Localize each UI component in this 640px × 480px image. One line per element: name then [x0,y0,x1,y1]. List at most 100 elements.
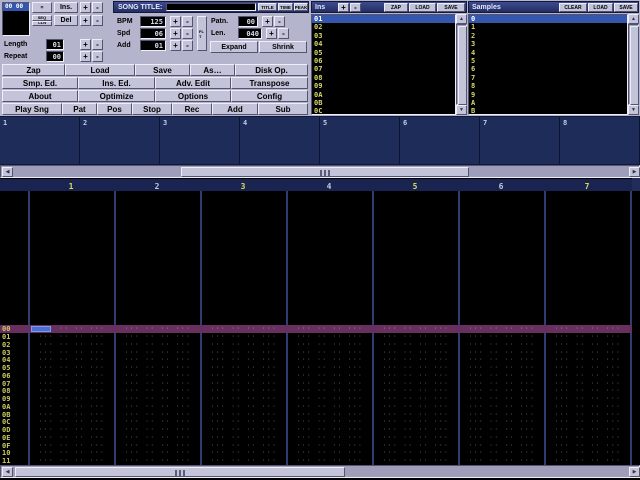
pattern-cell[interactable]: ··· ·· ·· ··· [460,356,544,364]
pattern-cell[interactable]: ··· ·· ·· ··· [546,387,630,395]
scope-channel-5[interactable]: 5 [320,117,400,164]
pattern-cell[interactable]: ··· ·· ·· ··· [374,403,458,411]
order-row[interactable]: 00 00 [3,3,29,11]
menu-disk-op--button[interactable]: Disk Op. [235,64,308,76]
instrument-save-button[interactable]: SAVE [437,3,465,12]
pattern-cell[interactable]: ··· ·· ·· ··· [460,457,544,465]
sample-scroll-down-button[interactable]: ▼ [628,105,639,115]
pattern-cell[interactable]: ··· ·· ·· ··· [546,372,630,380]
pattern-cell[interactable]: ··· ·· ·· ··· [460,442,544,450]
pattern-cell[interactable]: ··· ·· ·· ··· [374,364,458,372]
menu-rec-button[interactable]: Rec [172,103,212,115]
instrument-item-07[interactable]: 07 [312,65,455,73]
pattern-cell[interactable]: ··· ·· ·· ··· [374,387,458,395]
instrument-item-0C[interactable]: 0C [312,107,455,115]
sample-item-A[interactable]: A [469,99,627,107]
pattern-cell[interactable]: ··· ·· ·· ··· [288,387,372,395]
pattern-cell[interactable]: ··· ·· ·· ··· [460,449,544,457]
repeat-minus-button[interactable]: - [92,51,103,62]
pattern-cell[interactable]: ··· ·· ·· ··· [202,341,286,349]
pattern-cell[interactable]: ··· ·· ·· ··· [288,356,372,364]
sample-save-button[interactable]: SAVE [614,3,638,12]
pattern-cell[interactable]: ··· ·· ·· ··· [288,449,372,457]
pattern-cell[interactable]: ··· ·· ·· ··· [30,457,114,465]
instrument-scroll-up-button[interactable]: ▲ [456,14,467,24]
add-minus-button[interactable]: - [182,40,193,51]
sample-item-3[interactable]: 3 [469,40,627,48]
pattern-cell[interactable]: ··· ·· ·· ··· [460,380,544,388]
pattern-cell[interactable]: ··· ·· ·· ··· [546,325,630,333]
speed-plus-button[interactable]: + [170,28,181,39]
pattern-cell[interactable]: ··· ·· ·· ··· [116,364,200,372]
pattern-cell[interactable]: ··· ·· ·· ··· [546,411,630,419]
sample-item-B[interactable]: B [469,107,627,115]
order-pattern-minus-button[interactable]: - [92,2,103,13]
pattern-cell[interactable]: ··· ·· ·· ··· [288,372,372,380]
pattern-cell[interactable]: ··· ·· ·· ··· [546,349,630,357]
pattern-length-minus-button[interactable]: - [278,28,289,39]
pattern-cell[interactable]: ··· ·· ·· ··· [546,442,630,450]
repeat-plus-button[interactable]: + [80,51,91,62]
instrument-scroll-down-button[interactable]: ▼ [456,105,467,115]
hscroll-thumb[interactable] [181,167,469,177]
pattern-cell[interactable]: ··· ·· ·· ··· [460,364,544,372]
pattern-cell[interactable]: ··· ·· ·· ··· [546,403,630,411]
pattern-cell[interactable]: ··· ·· ·· ··· [546,356,630,364]
pattern-cell[interactable]: ··· ·· ·· ··· [116,333,200,341]
flt-button[interactable]: FLT [197,16,207,51]
pattern-cell[interactable]: ··· ·· ·· ··· [374,380,458,388]
pattern-cell[interactable]: ··· ·· ·· ··· [202,411,286,419]
hscroll-left-button[interactable]: ◀ [2,167,13,177]
pattern-cell[interactable]: ··· ·· ·· ··· [374,449,458,457]
pattern-cell[interactable]: ··· ·· ·· ··· [546,457,630,465]
time-toggle-button[interactable]: TIME [278,3,293,11]
pattern-cell[interactable]: ··· ·· ·· ··· [30,356,114,364]
pattern-cell[interactable]: ··· ·· ·· ··· [374,341,458,349]
pattern-cell[interactable]: ··· ·· ·· ··· [460,325,544,333]
pattern-cell[interactable]: ··· ·· ·· ··· [374,333,458,341]
channel-header-7[interactable]: 7 [544,182,630,191]
expand-button[interactable]: Expand [210,41,258,53]
hscroll-bottom-left-button[interactable]: ◀ [2,467,13,477]
pattern-cell[interactable]: ··· ·· ·· ··· [30,364,114,372]
pattern-cell[interactable]: ··· ·· ·· ··· [202,434,286,442]
shrink-button[interactable]: Shrink [259,41,307,53]
order-plus-button[interactable]: + [80,15,91,26]
pattern-cell[interactable]: ··· ·· ·· ··· [288,418,372,426]
pattern-hscrollbar-bottom[interactable]: ◀ ▶ [0,465,640,478]
pattern-cell[interactable]: ··· ·· ·· ··· [374,418,458,426]
pattern-length-plus-button[interactable]: + [266,28,277,39]
pattern-cell[interactable]: ··· ·· ·· ··· [116,387,200,395]
pattern-cell[interactable]: ··· ·· ·· ··· [116,426,200,434]
pattern-cell[interactable]: ··· ·· ·· ··· [374,442,458,450]
pattern-cell[interactable]: ··· ·· ·· ··· [116,395,200,403]
pattern-cell[interactable]: ··· ·· ·· ··· [288,380,372,388]
pattern-cell[interactable]: ··· ·· ·· ··· [30,387,114,395]
pattern-cell[interactable]: ··· ·· ·· ··· [460,372,544,380]
channel-header-4[interactable]: 4 [286,182,372,191]
menu-zap-button[interactable]: Zap [2,64,65,76]
pattern-cell[interactable]: ··· ·· ·· ··· [374,395,458,403]
pattern-cell[interactable]: ··· ·· ·· ··· [30,426,114,434]
sample-item-0[interactable]: 0 [469,15,627,23]
menu-as--button[interactable]: As… [190,64,235,76]
speed-minus-button[interactable]: - [182,28,193,39]
pattern-cell[interactable]: ··· ·· ·· ··· [116,356,200,364]
pattern-cell[interactable]: ··· ·· ·· ··· [30,341,114,349]
pattern-cell[interactable]: ··· ·· ·· ··· [202,457,286,465]
scope-channel-1[interactable]: 1 [0,117,80,164]
peak-toggle-button[interactable]: PEAK [294,3,308,11]
hscroll-right-button[interactable]: ▶ [629,167,640,177]
order-list[interactable]: 00 00 [2,2,30,36]
title-toggle-button[interactable]: TITLE [258,3,277,11]
pattern-cell[interactable]: ··· ·· ·· ··· [288,325,372,333]
menu-load-button[interactable]: Load [65,64,135,76]
pattern-cell[interactable]: ··· ·· ·· ··· [288,364,372,372]
pattern-cell[interactable]: ··· ·· ·· ··· [460,434,544,442]
order-clone-button[interactable]: CLN [32,21,52,27]
instrument-item-04[interactable]: 04 [312,40,455,48]
pattern-cell[interactable]: ··· ·· ·· ··· [30,418,114,426]
pattern-cell[interactable]: ··· ·· ·· ··· [288,411,372,419]
pattern-cell[interactable]: ··· ·· ·· ··· [546,434,630,442]
add-plus-button[interactable]: + [170,40,181,51]
